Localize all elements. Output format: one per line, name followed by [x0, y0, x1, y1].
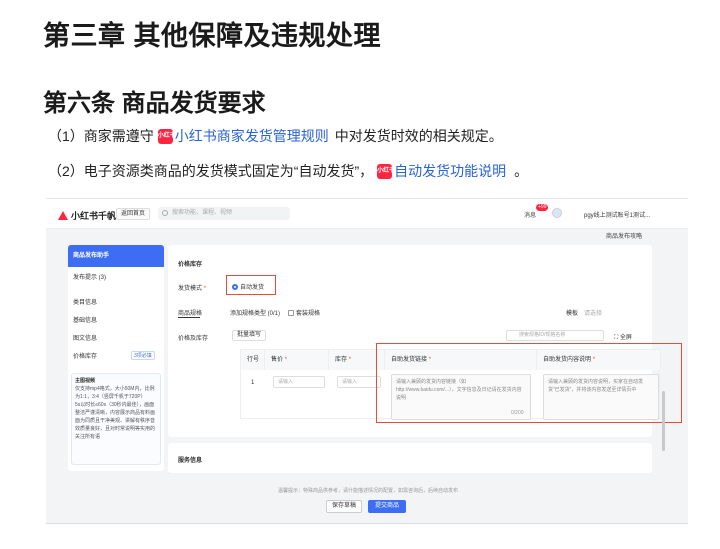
service-info-title: 服务信息: [178, 458, 203, 464]
tip-1: 仅支持mp4格式，大小50M内，比例为1:1，3:4（竖屏千帆于720P）: [75, 386, 155, 400]
submit-button[interactable]: 提交商品: [368, 500, 406, 513]
paragraph-2-prefix: （2）电子资源类商品的发货模式固定为“自动发货”，: [48, 163, 374, 179]
footer-note: 温馨提示：特殊商品供参考，请什能描述情况的配置，如需咨询后，后续自动发布: [278, 488, 459, 494]
col-row: 行号: [241, 350, 265, 370]
tip-box: 主图视频 仅支持mp4格式，大小50M内，比例为1:1，3:4（竖屏千帆于720…: [71, 373, 161, 465]
fullscreen-icon: ⛶: [614, 335, 619, 341]
spec-label-underline: [178, 317, 200, 318]
radio-selected-icon: [232, 284, 238, 291]
tip-title: 主图视频: [75, 378, 96, 384]
template-select[interactable]: 请选择: [584, 308, 602, 317]
publish-help-link[interactable]: 商品发布攻略: [606, 231, 642, 240]
paragraph-1-prefix: （1）商家需遵守: [48, 128, 154, 144]
spec-search-input[interactable]: 搜索规格ID/规格名称: [506, 330, 604, 341]
avatar[interactable]: [552, 208, 562, 218]
nav-item-category[interactable]: 类目信息: [73, 297, 97, 306]
nav-item-tips[interactable]: 发布提示 (3): [73, 272, 106, 281]
paragraph-1-suffix: 中对发货时效的相关规定。: [334, 128, 503, 144]
scrollbar[interactable]: [662, 391, 665, 451]
service-info-section: 服务信息: [168, 443, 652, 473]
article-title: 第六条 商品发货要求: [43, 90, 266, 117]
delivery-rules-link[interactable]: 小红书商家发货管理规则: [175, 126, 329, 146]
price-stock-label: 价格及库存: [178, 336, 209, 342]
xiaohongshu-logo-icon: 小红书: [377, 163, 393, 179]
auto-delivery-guide-link[interactable]: 自动发货功能说明: [394, 161, 506, 181]
tip-2: 5s以时长≤60s（30秒内最佳），画面整洁严谨清晰，内容展示商品有料画面为同质…: [75, 402, 156, 440]
col-price: 售价 *: [265, 350, 329, 370]
stock-input[interactable]: 请输入: [337, 376, 381, 388]
app-topbar: 小红书千帆 返回首页 搜索功能、课程、视频 消息 +99 pgy线上测试账号1测…: [46, 199, 688, 229]
price-input[interactable]: 请输入: [273, 376, 325, 388]
home-button[interactable]: 返回首页: [116, 208, 151, 220]
messages-link[interactable]: 消息: [524, 210, 536, 219]
publish-assistant-panel: 商品发布助手 发布提示 (3) 类目信息 基础信息 图文信息 价格库存 3项必填…: [68, 245, 164, 471]
message-badge: +99: [536, 204, 549, 211]
embedded-screenshot: 小红书千帆 返回首页 搜索功能、课程、视频 消息 +99 pgy线上测试账号1测…: [46, 198, 688, 524]
logo-mark-icon: [58, 211, 68, 220]
required-count-badge: 3项必填: [131, 351, 155, 360]
set-spec-checkbox[interactable]: 套装规格: [288, 308, 320, 317]
nav-item-price[interactable]: 价格库存 3项必填: [73, 351, 155, 360]
xiaohongshu-logo-icon: 小红书: [157, 128, 173, 144]
nav-item-basic[interactable]: 基础信息: [73, 315, 97, 324]
account-name[interactable]: pgy线上测试账号1测试...: [584, 210, 650, 219]
spec-label: 商品规格: [178, 311, 203, 317]
paragraph-2: （2）电子资源类商品的发货模式固定为“自动发货”， 小红书 自动发货功能说明 。: [48, 161, 528, 181]
nav-item-images[interactable]: 图文信息: [73, 333, 97, 342]
delivery-mode-auto-radio[interactable]: 自动发货: [232, 282, 264, 291]
form-main-panel: 价格库存 发货模式 * 自动发货 商品规格 添加规格类型 (0/1) 套装规格 …: [168, 245, 682, 437]
paragraph-1: （1）商家需遵守 小红书 小红书商家发货管理规则 中对发货时效的相关规定。: [48, 126, 503, 146]
delivery-mode-label: 发货模式 *: [178, 286, 207, 292]
paragraph-2-suffix: 。: [514, 163, 529, 179]
template-label: 模板: [566, 311, 579, 317]
row-index: 1: [251, 380, 255, 386]
save-draft-button[interactable]: 保存草稿: [326, 500, 362, 513]
panel-header: 商品发布助手: [68, 245, 164, 267]
fullscreen-button[interactable]: ⛶ 全屏: [614, 332, 632, 342]
app-logo: 小红书千帆: [58, 209, 116, 222]
section-price-stock: 价格库存: [178, 262, 203, 268]
chapter-title: 第三章 其他保障及违规处理: [43, 21, 382, 51]
global-search-input[interactable]: 搜索功能、课程、视频: [158, 207, 290, 220]
batch-fill-button[interactable]: 批量填写: [232, 330, 267, 341]
checkbox-icon: [288, 310, 294, 317]
search-icon: [162, 210, 168, 216]
add-spec-type-link[interactable]: 添加规格类型 (0/1): [230, 308, 280, 317]
delivery-columns-highlight: [376, 343, 682, 423]
